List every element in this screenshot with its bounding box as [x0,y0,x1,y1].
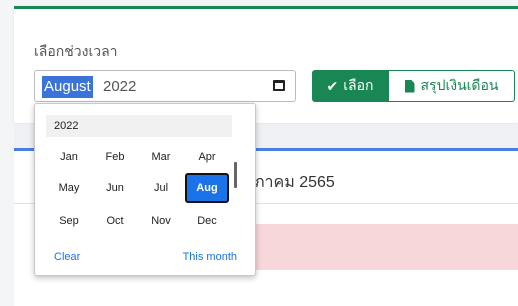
picker-year[interactable]: 2022 [46,115,232,137]
salary-summary-button[interactable]: สรุปเงินเดือน [388,70,515,102]
month-sep[interactable]: Sep [46,206,92,236]
year-segment[interactable]: 2022 [103,77,136,97]
salary-summary-label: สรุปเงินเดือน [420,77,499,93]
period-label: เลือกช่วงเวลา [34,43,118,59]
month-mar[interactable]: Mar [138,142,184,172]
alert-box [244,224,518,270]
month-may[interactable]: May [46,173,92,203]
month-nov[interactable]: Nov [138,206,184,236]
picker-scrollbar[interactable] [234,162,237,188]
month-segment[interactable]: August [42,76,93,98]
check-icon: ✔ [326,77,339,94]
calendar-icon[interactable] [273,80,285,91]
month-jun[interactable]: Jun [92,173,138,203]
month-apr[interactable]: Apr [184,142,230,172]
month-jan[interactable]: Jan [46,142,92,172]
month-picker-popup: 2022 Jan Feb Mar Apr May Jun Jul Aug Sep… [34,103,256,276]
select-button[interactable]: ✔ เลือก [312,70,388,102]
month-oct[interactable]: Oct [92,206,138,236]
month-jul[interactable]: Jul [138,173,184,203]
select-button-label: เลือก [343,77,374,93]
month-feb[interactable]: Feb [92,142,138,172]
this-month-button[interactable]: This month [183,251,237,263]
month-aug-selected[interactable]: Aug [185,173,229,203]
month-dec[interactable]: Dec [184,206,230,236]
result-title: ภาคม 2565 [254,174,335,191]
month-input[interactable]: August 2022 [34,70,296,102]
month-grid: Jan Feb Mar Apr May Jun Jul Aug Sep Oct … [46,142,232,242]
file-icon [404,79,415,93]
clear-button[interactable]: Clear [54,251,80,263]
